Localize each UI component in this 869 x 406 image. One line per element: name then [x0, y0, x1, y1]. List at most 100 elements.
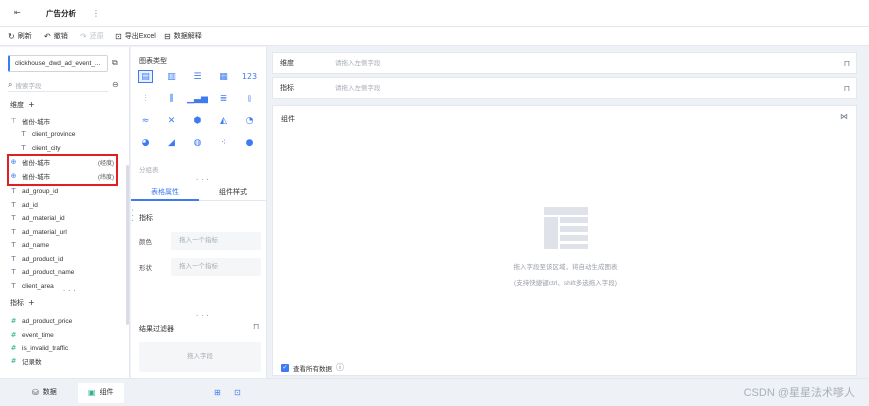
field-panel-scrollbar[interactable] [126, 165, 129, 325]
info-icon[interactable]: ⓘ [336, 364, 344, 372]
detail-table-icon[interactable]: ☰ [191, 71, 204, 82]
field-item[interactable]: Tclient_area [10, 280, 54, 292]
field-label: client_area [22, 282, 54, 290]
search-field[interactable]: ⌕ 搜索字段 [8, 78, 108, 92]
text-type-icon: T [11, 187, 16, 195]
field-item[interactable]: T client_province [20, 128, 75, 140]
grouped-bar-icon[interactable]: ⫾ [243, 93, 256, 104]
text-type-icon: T [11, 241, 16, 249]
field-label: ad_product_id [22, 255, 64, 263]
switch-dataset-icon[interactable]: ⧉ [112, 59, 118, 67]
line-chart-icon[interactable]: ≈ [139, 115, 152, 126]
collapse-icon[interactable]: ⊖ [112, 81, 119, 89]
field-item[interactable]: Tad_id [10, 199, 38, 211]
field-label: ad_product_name [22, 268, 75, 276]
cross-table-icon[interactable]: ▤ [138, 70, 153, 83]
field-item[interactable]: # ad_product_price [10, 315, 73, 327]
add-component-icon[interactable]: ⊞ [214, 389, 221, 397]
dataset-selector[interactable]: clickhouse_dwd_ad_event_... [8, 55, 108, 72]
view-all-data-checkbox[interactable]: ✓ 查看所有数据 ⓘ [281, 363, 344, 373]
metric-shelf[interactable]: 指标 请拖入左侧字段 ⊓ [272, 77, 857, 99]
gauge-icon[interactable]: ◔ [243, 115, 256, 126]
field-item[interactable]: Tad_group_id [10, 185, 58, 197]
tab-component-style[interactable]: 组件样式 [199, 184, 267, 201]
expand-icon[interactable]: ⋈ [840, 113, 848, 121]
redo-button[interactable]: ↷ 还原 [80, 27, 104, 46]
component-canvas[interactable]: 组件 ⋈ 拖入字段至该区域，将自动生成图表 (支持快捷键ctrl、shift多选… [272, 105, 857, 376]
field-item[interactable]: Tad_name [10, 239, 49, 251]
bar-chart-icon[interactable]: ▁▃▅ [187, 93, 208, 104]
lock-icon[interactable]: ⊓ [844, 78, 850, 100]
highlight-box [7, 154, 118, 186]
field-item[interactable]: Tad_material_url [10, 226, 67, 238]
lock-icon[interactable]: ⊓ [253, 323, 259, 331]
group-table-label: 分组表 [139, 167, 159, 174]
stacked-column-icon[interactable]: ⫼ [165, 93, 178, 104]
add-measure-icon[interactable]: + [28, 299, 35, 307]
field-item[interactable]: # is_invalid_traffic [10, 342, 69, 354]
color-placeholder: 拖入一个指标 [171, 232, 261, 250]
resize-handle[interactable]: ··· [195, 312, 211, 320]
lock-icon[interactable]: ⊓ [844, 53, 850, 75]
hierarchy-icon: ⊤ [10, 117, 17, 125]
pie-chart-icon[interactable]: ◕ [139, 137, 152, 148]
dimension-shelf[interactable]: 维度 请拖入左侧字段 ⊓ [272, 52, 857, 74]
field-item[interactable]: # event_time [10, 329, 54, 341]
shape-placeholder: 拖入一个指标 [171, 258, 261, 276]
metric-section-title: 指标 [139, 215, 153, 222]
funnel-icon[interactable]: ◢ [165, 137, 178, 148]
field-label: ad_name [22, 241, 50, 249]
tab-data-label: 数据 [42, 389, 57, 396]
column-chart-icon[interactable]: ⫶ [139, 93, 152, 104]
export-excel-button[interactable]: ⊡ 导出Excel [115, 27, 156, 46]
text-type-icon: T [11, 282, 16, 290]
add-dashboard-icon[interactable]: ⊡ [234, 389, 241, 397]
tab-ad-analysis[interactable]: 广告分析 [34, 0, 88, 27]
scatter-icon[interactable]: ⁖ [217, 137, 230, 148]
measure-section-title: 指标 + [10, 298, 35, 308]
tab-component[interactable]: ▣ 组件 [78, 383, 124, 403]
exit-icon[interactable]: ⇤ [14, 9, 21, 17]
shape-drop-zone[interactable]: 形状 拖入一个指标 [139, 258, 261, 276]
group-table-icon[interactable]: ▥ [165, 71, 178, 82]
empty-hint-line1: 拖入字段至该区域，将自动生成图表 [513, 264, 618, 271]
color-table-icon[interactable]: ▦ [217, 71, 230, 82]
explain-icon: ⊟ [164, 31, 171, 41]
tab-table-attr[interactable]: 表格属性 [131, 184, 199, 201]
bubble-icon[interactable]: ● [243, 137, 256, 148]
resize-handle[interactable]: ··· [62, 287, 78, 295]
redo-icon: ↷ [80, 31, 87, 41]
combo-chart-icon[interactable]: ✕ [165, 115, 178, 126]
radar-chart-icon[interactable]: ⬢ [191, 115, 204, 126]
add-dimension-icon[interactable]: + [28, 101, 35, 109]
config-tabs: 表格属性 组件样式 [131, 184, 267, 201]
number-type-icon: # [10, 317, 17, 325]
field-item[interactable]: Tad_product_id [10, 253, 63, 265]
more-icon[interactable]: ⋮ [92, 9, 100, 18]
area-chart-icon[interactable]: ◭ [217, 115, 230, 126]
chart-type-grid: ▤ ▥ ☰ ▦ 123 ⫶ ⫼ ▁▃▅ ≣ ⫾ ≈ ✕ ⬢ ◭ ◔ ◕ ◢ ◍ … [138, 70, 263, 148]
field-item[interactable]: Tad_material_id [10, 212, 64, 224]
field-item[interactable]: Tad_product_name [10, 266, 74, 278]
undo-button[interactable]: ↶ 撤销 [44, 27, 68, 46]
resize-handle[interactable]: ··· [195, 176, 211, 184]
panel-resize-handle[interactable]: ··· [128, 208, 136, 224]
filter-drop-zone[interactable]: 拖入字段 [139, 342, 261, 372]
dimension-section-title: 维度 + [10, 100, 35, 110]
measure-title: 指标 [10, 300, 24, 307]
field-item[interactable]: # 记录数 [10, 355, 42, 367]
kpi-icon[interactable]: 123 [242, 71, 257, 82]
text-type-icon: T [21, 144, 26, 152]
field-item[interactable]: ⊤ 省份-城市 [10, 115, 50, 127]
redo-label: 还原 [89, 33, 104, 40]
field-label: ad_material_url [22, 228, 67, 236]
field-panel: clickhouse_dwd_ad_event_... ⧉ ⌕ 搜索字段 ⊖ 维… [0, 47, 130, 378]
text-type-icon: T [11, 255, 16, 263]
refresh-button[interactable]: ↻ 刷新 [8, 27, 32, 46]
field-item[interactable]: T client_city [20, 142, 60, 154]
tab-data[interactable]: ⛁ 数据 [22, 383, 67, 403]
data-explain-button[interactable]: ⊟ 数据解释 [164, 27, 202, 46]
horizontal-bar-icon[interactable]: ≣ [217, 93, 230, 104]
color-drop-zone[interactable]: 颜色 拖入一个指标 [139, 232, 261, 250]
map-icon[interactable]: ◍ [191, 137, 204, 148]
